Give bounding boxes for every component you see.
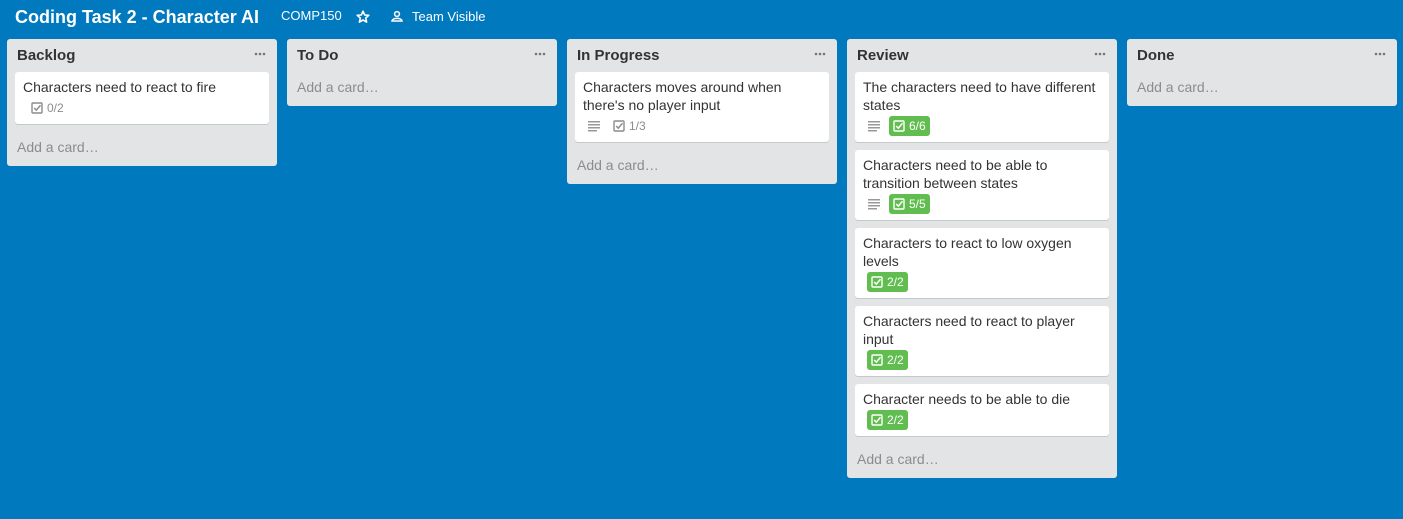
card[interactable]: Characters need to react to player input…: [855, 306, 1109, 376]
card-badges: 5/5: [863, 194, 1101, 216]
card-badges: 2/2: [863, 410, 1101, 432]
list-menu-icon[interactable]: [533, 47, 547, 61]
checklist-badge: 2/2: [867, 410, 908, 430]
description-icon: [587, 119, 601, 133]
list-backlog: Backlog Characters need to react to fire 0…: [7, 39, 277, 166]
checklist-count: 2/2: [887, 413, 904, 427]
checklist-count: 0/2: [47, 101, 64, 115]
team-icon: [390, 9, 404, 23]
checklist-icon: [871, 414, 883, 426]
add-card-button[interactable]: Add a card…: [567, 150, 837, 184]
checklist-badge: 2/2: [867, 350, 908, 370]
card-badges: 6/6: [863, 116, 1101, 138]
checklist-badge: 6/6: [889, 116, 930, 136]
list-menu-icon[interactable]: [813, 47, 827, 61]
list-title[interactable]: In Progress: [577, 47, 827, 65]
description-icon: [867, 119, 881, 133]
list-title[interactable]: Review: [857, 47, 1107, 65]
star-icon[interactable]: [355, 9, 371, 25]
card-badges: 2/2: [863, 350, 1101, 372]
card[interactable]: The characters need to have different st…: [855, 72, 1109, 142]
checklist-icon: [871, 354, 883, 366]
card[interactable]: Characters to react to low oxygen levels…: [855, 228, 1109, 298]
checklist-badge: 5/5: [889, 194, 930, 214]
card-title: Characters need to be able to transition…: [863, 157, 1048, 191]
checklist-icon: [613, 120, 625, 132]
checklist-badge: 1/3: [609, 116, 650, 136]
card[interactable]: Character needs to be able to die 2/2: [855, 384, 1109, 436]
board-org-link[interactable]: COMP150: [281, 8, 342, 24]
checklist-count: 6/6: [909, 119, 926, 133]
list-done: Done Add a card…: [1127, 39, 1397, 106]
list-header: Review: [847, 39, 1117, 72]
list-title[interactable]: Done: [1137, 47, 1387, 65]
list-header: Done: [1127, 39, 1397, 72]
card-list: The characters need to have different st…: [847, 72, 1117, 436]
checklist-icon: [31, 102, 43, 114]
checklist-icon: [893, 120, 905, 132]
card-badges: 0/2: [23, 98, 261, 120]
add-card-button[interactable]: Add a card…: [1127, 72, 1397, 106]
visibility-label: Team Visible: [412, 8, 486, 24]
checklist-icon: [871, 276, 883, 288]
add-card-button[interactable]: Add a card…: [287, 72, 557, 106]
checklist-badge: 0/2: [27, 98, 68, 118]
board-title[interactable]: Coding Task 2 - Character AI: [15, 6, 259, 28]
board-header: Coding Task 2 - Character AI COMP150 Tea…: [0, 0, 1403, 36]
list-review: Review The characters need to have differ…: [847, 39, 1117, 478]
checklist-count: 1/3: [629, 119, 646, 133]
list-menu-icon[interactable]: [1373, 47, 1387, 61]
checklist-badge: 2/2: [867, 272, 908, 292]
card-list: Characters moves around when there's no …: [567, 72, 837, 142]
list-header: In Progress: [567, 39, 837, 72]
card[interactable]: Characters need to react to fire 0/2: [15, 72, 269, 124]
card[interactable]: Characters need to be able to transition…: [855, 150, 1109, 220]
list-to-do: To Do Add a card…: [287, 39, 557, 106]
list-header: To Do: [287, 39, 557, 72]
add-card-button[interactable]: Add a card…: [7, 132, 277, 166]
add-card-button[interactable]: Add a card…: [847, 444, 1117, 478]
list-menu-icon[interactable]: [253, 47, 267, 61]
list-title[interactable]: Backlog: [17, 47, 267, 65]
card-title: Characters need to react to player input: [863, 313, 1075, 347]
card-title: Characters moves around when there's no …: [583, 79, 782, 113]
list-menu-icon[interactable]: [1093, 47, 1107, 61]
description-icon: [867, 197, 881, 211]
card-list: Characters need to react to fire 0/2: [7, 72, 277, 124]
list-header: Backlog: [7, 39, 277, 72]
checklist-count: 5/5: [909, 197, 926, 211]
card-title: Characters need to react to fire: [23, 79, 216, 95]
checklist-icon: [893, 198, 905, 210]
card[interactable]: Characters moves around when there's no …: [575, 72, 829, 142]
card-title: Characters to react to low oxygen levels: [863, 235, 1072, 269]
card-badges: 2/2: [863, 272, 1101, 294]
card-title: Character needs to be able to die: [863, 391, 1071, 407]
checklist-count: 2/2: [887, 353, 904, 367]
checklist-count: 2/2: [887, 275, 904, 289]
card-badges: 1/3: [583, 116, 821, 138]
list-title[interactable]: To Do: [297, 47, 547, 65]
visibility-button[interactable]: Team Visible: [390, 8, 485, 24]
list-in-progress: In Progress Characters moves around when …: [567, 39, 837, 184]
card-title: The characters need to have different st…: [863, 79, 1096, 113]
